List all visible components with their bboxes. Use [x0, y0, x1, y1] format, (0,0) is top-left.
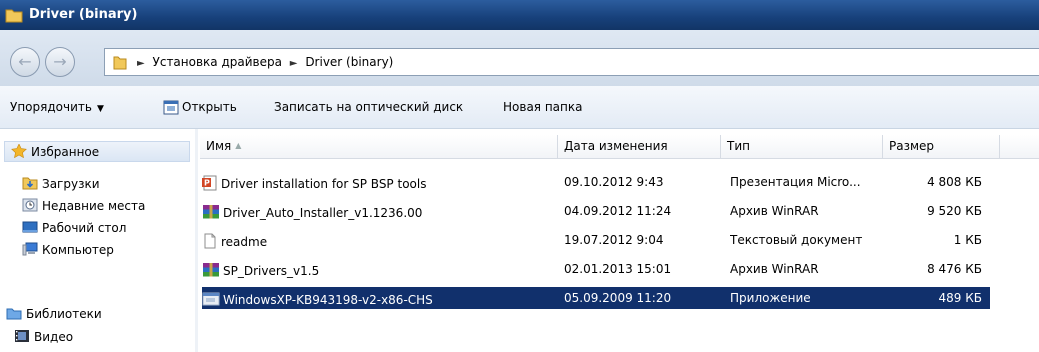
column-label: Тип [727, 139, 750, 153]
winrar-icon [203, 205, 219, 219]
column-label: Имя [206, 139, 232, 153]
file-date: 19.07.2012 9:04 [564, 233, 664, 247]
file-list: Имя ▲ Дата изменения Тип Размер P Driver i… [198, 129, 1039, 352]
file-type: Текстовый документ [730, 233, 863, 247]
nav-item-downloads[interactable]: Загрузки [22, 176, 200, 191]
open-button[interactable]: Открыть [182, 100, 237, 114]
table-row-selected[interactable]: WindowsXP-KB943198-v2-x86-CHS 05.09.2009… [202, 287, 990, 309]
nav-item-computer[interactable]: Компьютер [22, 242, 200, 257]
arrow-left-icon: ← [18, 52, 32, 71]
command-bar: Упорядочить ▼ Открыть Записать на оптичес… [0, 86, 1039, 129]
breadcrumb-item[interactable]: Установка драйвера [153, 55, 282, 69]
column-header-type[interactable]: Тип [721, 135, 883, 159]
organize-label: Упорядочить [10, 100, 92, 114]
chevron-right-icon[interactable]: ► [290, 58, 298, 69]
column-header-name[interactable]: Имя ▲ [200, 135, 558, 159]
file-type: Архив WinRAR [730, 204, 819, 218]
file-name: SP_Drivers_v1.5 [223, 264, 320, 278]
nav-label: Избранное [31, 145, 100, 159]
breadcrumb-item[interactable]: Driver (binary) [305, 55, 393, 69]
nav-label: Видео [34, 330, 74, 344]
nav-item-favorites[interactable]: Избранное [4, 141, 190, 162]
file-date: 02.01.2013 15:01 [564, 262, 672, 276]
nav-label: Компьютер [42, 243, 114, 257]
nav-item-video[interactable]: Видео [14, 329, 192, 344]
nav-item-desktop[interactable]: Рабочий стол [22, 220, 200, 235]
video-icon [14, 329, 30, 343]
desktop-icon [22, 220, 38, 234]
file-type: Приложение [730, 291, 811, 305]
address-box[interactable]: ► Установка драйвера ► Driver (binary) [104, 48, 1039, 76]
star-icon [11, 143, 27, 159]
libraries-icon [6, 306, 22, 320]
column-header-size[interactable]: Размер [883, 135, 1000, 159]
file-size: 9 520 КБ [927, 204, 982, 218]
nav-item-recent[interactable]: Недавние места [22, 198, 192, 213]
column-header-date[interactable]: Дата изменения [558, 135, 721, 159]
application-icon [202, 292, 220, 306]
window-title: Driver (binary) [29, 7, 138, 22]
new-folder-button[interactable]: Новая папка [503, 100, 582, 114]
navigation-pane: Избранное Загрузки Недавние места Рабочи… [0, 129, 195, 352]
organize-button[interactable]: Упорядочить ▼ [10, 100, 104, 114]
breadcrumb: ► Установка драйвера ► Driver (binary) [133, 55, 393, 69]
file-name: Driver installation for SP BSP tools [221, 177, 427, 191]
nav-label: Библиотеки [26, 307, 102, 321]
folder-icon [5, 7, 23, 27]
table-row[interactable]: SP_Drivers_v1.5 02.01.2013 15:01 Архив W… [202, 258, 990, 280]
computer-icon [22, 242, 38, 256]
column-label: Дата изменения [564, 139, 668, 153]
chevron-right-icon[interactable]: ► [137, 58, 145, 69]
file-size: 489 КБ [938, 291, 982, 305]
nav-item-libraries[interactable]: Библиотеки [6, 306, 184, 321]
sort-ascending-icon: ▲ [235, 141, 242, 150]
file-size: 4 808 КБ [927, 175, 982, 189]
chevron-down-icon: ▼ [96, 104, 104, 114]
forward-button[interactable]: → [45, 47, 75, 77]
downloads-folder-icon [22, 176, 38, 190]
recent-places-icon [22, 198, 38, 212]
arrow-right-icon: → [53, 52, 67, 71]
file-name: readme [221, 235, 268, 249]
svg-text:P: P [204, 179, 210, 188]
file-size: 8 476 КБ [927, 262, 982, 276]
window-title-bar[interactable]: Driver (binary) [0, 0, 1039, 30]
table-row[interactable]: Driver_Auto_Installer_v1.1236.00 04.09.2… [202, 200, 990, 222]
file-name: Driver_Auto_Installer_v1.1236.00 [223, 206, 423, 220]
winrar-icon [203, 263, 219, 277]
file-type: Презентация Micro... [730, 175, 861, 189]
text-file-icon [204, 233, 216, 249]
address-bar-area: ← → ► Установка драйвера ► Driver (binar… [0, 30, 1039, 86]
file-type: Архив WinRAR [730, 262, 819, 276]
back-button[interactable]: ← [10, 47, 40, 77]
burn-button[interactable]: Записать на оптический диск [274, 100, 463, 114]
file-date: 05.09.2009 11:20 [564, 291, 672, 305]
column-label: Размер [889, 139, 935, 153]
nav-label: Недавние места [42, 199, 146, 213]
open-icon [163, 100, 179, 118]
file-name: WindowsXP-KB943198-v2-x86-CHS [223, 293, 433, 307]
nav-label: Загрузки [42, 177, 100, 191]
nav-label: Рабочий стол [42, 221, 127, 235]
folder-icon [113, 54, 127, 73]
table-row[interactable]: readme 19.07.2012 9:04 Текстовый докумен… [202, 229, 990, 251]
file-date: 09.10.2012 9:43 [564, 175, 664, 189]
file-date: 04.09.2012 11:24 [564, 204, 672, 218]
powerpoint-icon: P [202, 175, 217, 191]
file-size: 1 КБ [953, 233, 982, 247]
table-row[interactable]: P Driver installation for SP BSP tools 09… [202, 171, 990, 193]
column-header-filler [1000, 135, 1039, 159]
